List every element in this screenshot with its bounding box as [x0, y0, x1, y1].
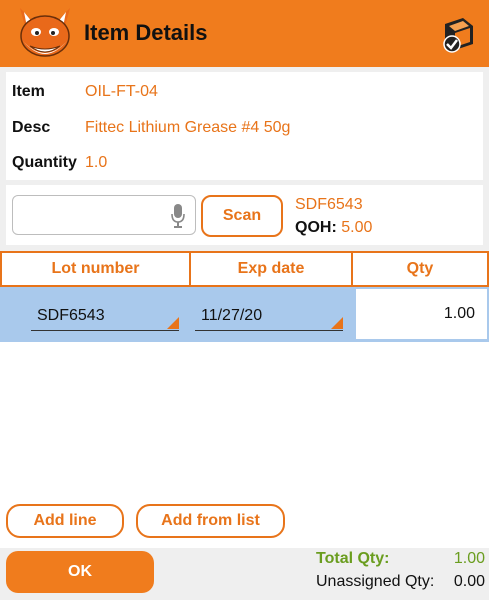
table-row[interactable]: SDF6543 11/27/20 1.00: [0, 287, 489, 342]
qty-input[interactable]: 1.00: [356, 289, 487, 339]
dropdown-triangle-icon: [331, 317, 343, 329]
col-header-lot-number[interactable]: Lot number: [0, 251, 191, 287]
printer-check-icon[interactable]: [439, 14, 475, 54]
lot-search-input[interactable]: [12, 195, 196, 235]
fox-mascot-icon: [20, 8, 70, 57]
total-qty-label: Total Qty:: [316, 550, 390, 567]
scan-button[interactable]: Scan: [201, 195, 283, 237]
col-header-qty[interactable]: Qty: [351, 251, 489, 287]
item-card: Item OIL-FT-04 Desc Fittec Lithium Greas…: [6, 72, 483, 180]
dropdown-triangle-icon: [167, 317, 179, 329]
qoh-line: QOH: 5.00: [295, 219, 372, 237]
footer-bar: OK Total Qty: 1.00 Unassigned Qty: 0.00: [0, 548, 489, 600]
ok-button[interactable]: OK: [6, 551, 154, 593]
exp-date-value: 11/27/20: [201, 307, 263, 324]
quantity-label: Quantity: [12, 154, 77, 171]
col-header-exp-date[interactable]: Exp date: [189, 251, 353, 287]
microphone-icon[interactable]: [171, 204, 185, 228]
app-bar: Item Details: [0, 0, 489, 67]
item-label: Item: [12, 83, 45, 100]
content-area: Add line Add from list: [0, 342, 489, 548]
add-line-button[interactable]: Add line: [6, 504, 124, 538]
unassigned-qty-value: 0.00: [453, 573, 485, 590]
desc-value: Fittec Lithium Grease #4 50g: [85, 119, 291, 136]
table-header: Lot number Exp date Qty: [0, 251, 489, 287]
scanned-lot: SDF6543: [295, 196, 363, 213]
unassigned-qty-label: Unassigned Qty:: [316, 573, 435, 590]
item-value: OIL-FT-04: [85, 83, 158, 100]
scan-card: Scan SDF6543 QOH: 5.00: [6, 185, 483, 245]
lot-number-value: SDF6543: [37, 307, 105, 324]
quantity-value: 1.0: [85, 154, 108, 171]
page-title: Item Details: [84, 20, 208, 45]
qoh-label: QOH:: [295, 219, 337, 236]
lot-number-select[interactable]: SDF6543: [31, 301, 179, 331]
add-from-list-button[interactable]: Add from list: [136, 504, 285, 538]
desc-label: Desc: [12, 119, 51, 136]
exp-date-select[interactable]: 11/27/20: [195, 301, 343, 331]
qoh-value: 5.00: [341, 219, 373, 236]
total-qty-value: 1.00: [453, 550, 485, 567]
